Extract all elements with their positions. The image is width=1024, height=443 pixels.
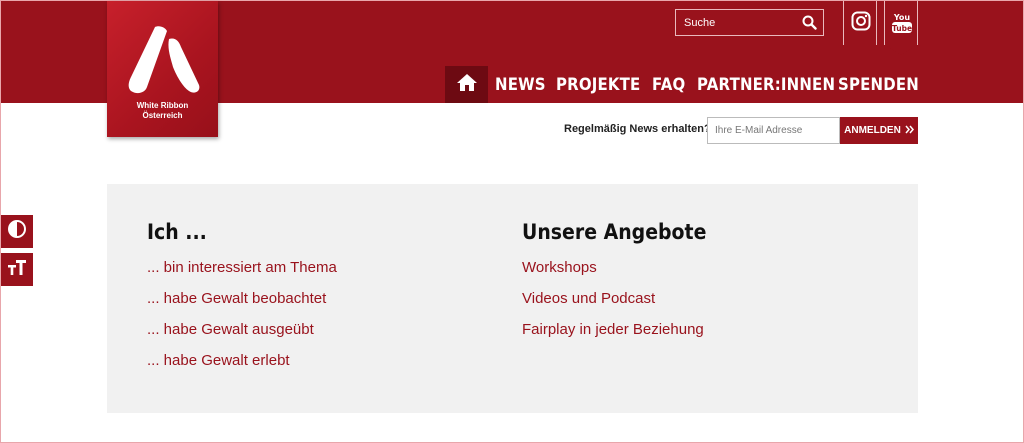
contrast-icon (7, 219, 27, 244)
link-videos-podcast[interactable]: Videos und Podcast (522, 289, 727, 320)
youtube-icon: You Tube (892, 11, 912, 40)
nav-item-faq[interactable]: FAQ (645, 66, 685, 103)
link-beobachtet[interactable]: ... habe Gewalt beobachtet (147, 289, 337, 320)
nav-item-news[interactable]: NEWS (488, 66, 546, 103)
angebote-heading: Unsere Angebote (522, 220, 707, 244)
link-fairplay[interactable]: Fairplay in jeder Beziehung (522, 320, 727, 351)
nav-item-partner-innen[interactable]: PARTNER:INNEN (690, 66, 835, 103)
search-input[interactable]: Suche (675, 9, 824, 36)
link-workshops[interactable]: Workshops (522, 258, 727, 289)
angebote-column: Unsere Angebote Workshops Videos und Pod… (522, 220, 727, 351)
newsletter-subscribe-button[interactable]: ANMELDEN (840, 117, 918, 144)
newsletter-label: Regelmäßig News erhalten? (564, 123, 711, 135)
nav-item-projekte[interactable]: PROJEKTE (549, 66, 640, 103)
link-erlebt[interactable]: ... habe Gewalt erlebt (147, 351, 337, 382)
main-navigation: NEWS PROJEKTE FAQ PARTNER:INNEN SPENDEN (445, 66, 919, 103)
search-icon[interactable] (802, 15, 817, 35)
newsletter-button-label: ANMELDEN (844, 125, 901, 136)
ich-heading: Ich ... (147, 220, 207, 244)
double-chevron-right-icon (905, 125, 914, 137)
quick-links-panel: Ich ... ... bin interessiert am Thema ..… (107, 184, 918, 413)
ich-column: Ich ... ... bin interessiert am Thema ..… (147, 220, 337, 382)
link-ausgeuebt[interactable]: ... habe Gewalt ausgeübt (147, 320, 337, 351)
link-interessiert[interactable]: ... bin interessiert am Thema (147, 258, 337, 289)
logo-line2: Österreich (142, 111, 183, 120)
logo-line1: White Ribbon (136, 101, 189, 110)
nav-item-spenden[interactable]: SPENDEN (831, 66, 919, 103)
instagram-icon (851, 11, 871, 36)
site-logo[interactable]: White Ribbon Österreich (107, 1, 218, 137)
white-ribbon-icon (128, 26, 200, 94)
nav-home[interactable] (445, 66, 488, 103)
youtube-icon-line1: You (893, 13, 911, 22)
youtube-icon-line2: Tube (892, 24, 912, 33)
newsletter-email-field[interactable]: Ihre E-Mail Adresse (707, 117, 840, 144)
font-size-icon (7, 258, 27, 281)
contrast-toggle-button[interactable] (1, 215, 33, 248)
search-placeholder: Suche (684, 17, 716, 29)
instagram-link[interactable] (843, 1, 877, 55)
font-size-button[interactable] (1, 253, 33, 286)
youtube-link[interactable]: You Tube (884, 1, 918, 55)
home-icon (456, 73, 478, 97)
